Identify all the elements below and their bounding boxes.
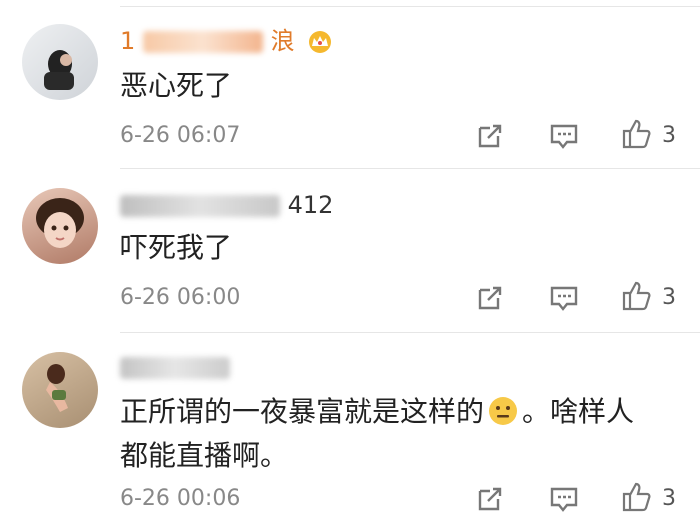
username-start: 1 [120,27,136,55]
comment-item: 正所谓的一夜暴富就是这样的 。啥样人都能直播啊。 6-26 00:06 3 [0,332,700,528]
thumbs-up-icon [622,119,651,149]
reply-button[interactable] [546,118,582,154]
username-redacted [142,31,263,53]
reply-button[interactable] [546,481,582,517]
username[interactable]: 1 浪 [120,26,334,56]
comment-list: 1 浪 恶心死了 6-26 06:07 3 412 吓死我了 6-26 06:0… [0,0,700,528]
username-end: 浪 [270,27,295,55]
like-button[interactable] [618,278,654,314]
comment-text: 正所谓的一夜暴富就是这样的 。啥样人都能直播啊。 [120,390,660,478]
comment-item: 412 吓死我了 6-26 06:00 3 [0,168,700,332]
avatar-photo [46,364,68,412]
like-count: 3 [662,123,676,148]
like-button[interactable] [618,116,654,152]
share-icon [478,286,502,310]
comment-icon [550,286,578,311]
crown-icon [309,31,332,53]
comment-item: 1 浪 恶心死了 6-26 06:07 3 [0,0,700,168]
share-icon [478,487,502,511]
username[interactable] [120,352,230,382]
reply-button[interactable] [546,280,582,316]
like-button[interactable] [618,479,654,515]
comment-icon [550,124,578,149]
share-button[interactable] [472,481,508,517]
avatar-photo [36,198,84,248]
comment-time: 6-26 06:00 [120,285,241,310]
avatar[interactable] [22,352,98,428]
comment-time: 6-26 00:06 [120,486,241,511]
comment-text: 恶心死了 [120,69,233,102]
share-button[interactable] [472,280,508,316]
avatar[interactable] [22,24,98,100]
neutral-face-emoji [489,397,518,425]
thumbs-up-icon [622,281,651,311]
like-count: 3 [662,486,676,511]
comment-icon [550,487,578,512]
comment-time: 6-26 06:07 [120,123,241,148]
like-count: 3 [662,285,676,310]
avatar[interactable] [22,188,98,264]
share-icon [478,124,502,148]
comment-text: 吓死我了 [120,231,233,264]
username-redacted [120,357,230,379]
thumbs-up-icon [622,482,651,512]
avatar-photo [44,50,74,90]
username-redacted [120,195,280,217]
username[interactable]: 412 [120,190,333,220]
share-button[interactable] [472,118,508,154]
comment-text-part: 正所谓的一夜暴富就是这样的 [120,395,485,428]
username-end: 412 [287,191,334,219]
